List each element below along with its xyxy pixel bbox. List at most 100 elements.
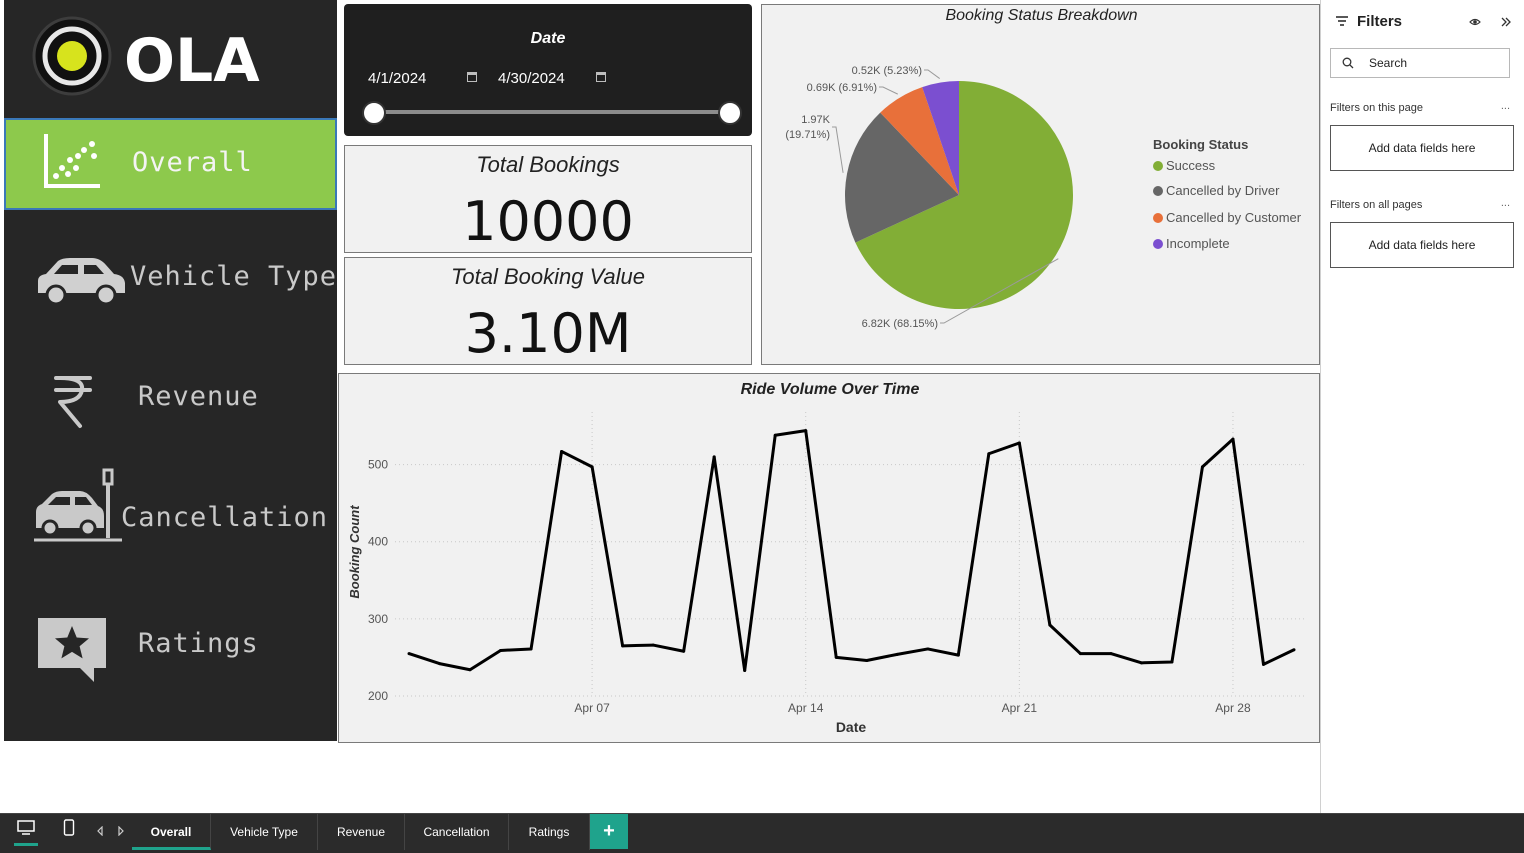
add-data-fields-page[interactable]: Add data fields here [1330,125,1514,171]
x-tick-label: Apr 14 [788,701,824,715]
rupee-icon [54,376,92,428]
calendar-icon[interactable] [467,72,477,82]
nav-overall[interactable]: Overall [4,118,337,210]
legend-marker [1153,161,1163,171]
kpi-title: Total Booking Value [450,264,646,289]
data-point[interactable] [407,652,411,656]
kpi-total-booking-value: Total Booking Value 3.10M [344,257,752,365]
data-point[interactable] [743,669,747,673]
data-point[interactable] [956,653,960,657]
x-tick-label: Apr 28 [1215,701,1251,715]
add-page-button[interactable]: + [590,814,628,849]
data-point[interactable] [1139,661,1143,665]
data-point[interactable] [1200,465,1204,469]
tab-ratings[interactable]: Ratings [509,814,590,850]
kpi-value: 10000 [462,190,634,253]
more-options-icon[interactable]: ... [1501,197,1510,209]
data-point[interactable] [1261,662,1265,666]
data-point[interactable] [682,649,686,653]
data-point[interactable] [1109,652,1113,656]
filters-pane: Filters Search Filters on this page ... … [1320,0,1524,813]
nav-revenue[interactable]: Revenue [4,350,337,442]
pie-chart: 6.82K (68.15%) 1.97K (19.71%) 0.69K (6.91%)… [785,65,1302,330]
nav-ratings[interactable]: Ratings [4,596,337,688]
date-start-input[interactable]: 4/1/2024 [368,70,426,87]
nav-vehicle-type[interactable]: Vehicle Type [4,233,337,325]
search-icon [1342,57,1354,69]
tab-overall[interactable]: Overall [132,814,211,850]
data-point[interactable] [1048,623,1052,627]
data-point[interactable] [712,455,716,459]
data-point[interactable] [529,647,533,651]
collapse-chevron-icon[interactable] [1501,17,1511,27]
ola-logo-icon: OLA [32,16,260,96]
data-point[interactable] [499,648,503,652]
data-point[interactable] [1292,648,1296,652]
pie-leader-line [879,86,898,95]
pie-data-label: 0.69K (6.91%) [807,82,877,94]
data-point[interactable] [834,655,838,659]
prev-page-icon[interactable] [96,826,104,836]
filters-all-pages-label: Filters on all pages [1330,199,1423,211]
data-point[interactable] [926,647,930,651]
filters-title: Filters [1357,13,1403,30]
y-tick-label: 300 [368,612,388,626]
data-point[interactable] [1231,437,1235,441]
booking-status-pie-card: Booking Status Breakdown 6.82K (68.15%) 1… [761,4,1320,365]
data-point[interactable] [895,652,899,656]
data-point[interactable] [987,452,991,456]
date-end-input[interactable]: 4/30/2024 [498,70,565,87]
data-point[interactable] [1017,441,1021,445]
nav-cancellation[interactable]: Cancellation [4,466,337,558]
data-point[interactable] [865,659,869,663]
rating-star-icon [38,618,106,682]
filter-icon [1336,16,1348,26]
tab-vehicle-type[interactable]: Vehicle Type [211,814,318,850]
data-point[interactable] [438,662,442,666]
date-range-slider[interactable] [374,110,730,114]
legend-item[interactable]: Cancelled by Driver [1166,183,1280,198]
data-point[interactable] [804,429,808,433]
y-tick-label: 200 [368,689,388,703]
legend-item[interactable]: Success [1166,158,1216,173]
filters-search-input[interactable]: Search [1330,48,1510,78]
pie-leader-line [832,126,844,173]
data-point[interactable] [590,465,594,469]
next-page-icon[interactable] [117,826,125,836]
tab-revenue[interactable]: Revenue [318,814,405,850]
date-slicer: Date 4/1/2024 4/30/2024 [344,4,752,136]
y-tick-label: 400 [368,535,388,549]
sidebar-nav: OLA Overall Vehicle Type Revenue Cancell… [4,0,337,741]
nav-label: Overall [132,147,253,178]
legend-marker [1153,186,1163,196]
data-point[interactable] [773,433,777,437]
data-point[interactable] [651,643,655,647]
slider-start-handle[interactable] [362,101,386,125]
dashboard-app: OLA Overall Vehicle Type Revenue Cancell… [0,0,1524,853]
tab-cancellation[interactable]: Cancellation [405,814,509,850]
data-point[interactable] [468,668,472,672]
pie-leader-line [924,69,940,79]
x-tick-label: Apr 07 [574,701,610,715]
slider-end-handle[interactable] [718,101,742,125]
tow-car-icon [34,468,122,542]
kpi-title: Total Bookings [476,152,620,177]
x-axis-label: Date [836,719,867,735]
data-point[interactable] [621,644,625,648]
scatter-chart-icon [44,134,100,188]
more-options-icon[interactable]: ... [1501,100,1510,112]
nav-label: Revenue [138,381,259,412]
eye-icon[interactable] [1469,17,1481,27]
data-point[interactable] [560,449,564,453]
pie-data-label: (19.71%) [785,129,830,141]
calendar-icon[interactable] [596,72,606,82]
legend-item[interactable]: Incomplete [1166,236,1230,251]
desktop-view-icon[interactable] [16,820,36,836]
ride-volume-line[interactable] [408,429,1295,673]
mobile-view-icon[interactable] [63,819,75,837]
legend-item[interactable]: Cancelled by Customer [1166,210,1302,225]
data-point[interactable] [1078,652,1082,656]
legend-marker [1153,213,1163,223]
add-data-fields-all[interactable]: Add data fields here [1330,222,1514,268]
data-point[interactable] [1170,660,1174,664]
